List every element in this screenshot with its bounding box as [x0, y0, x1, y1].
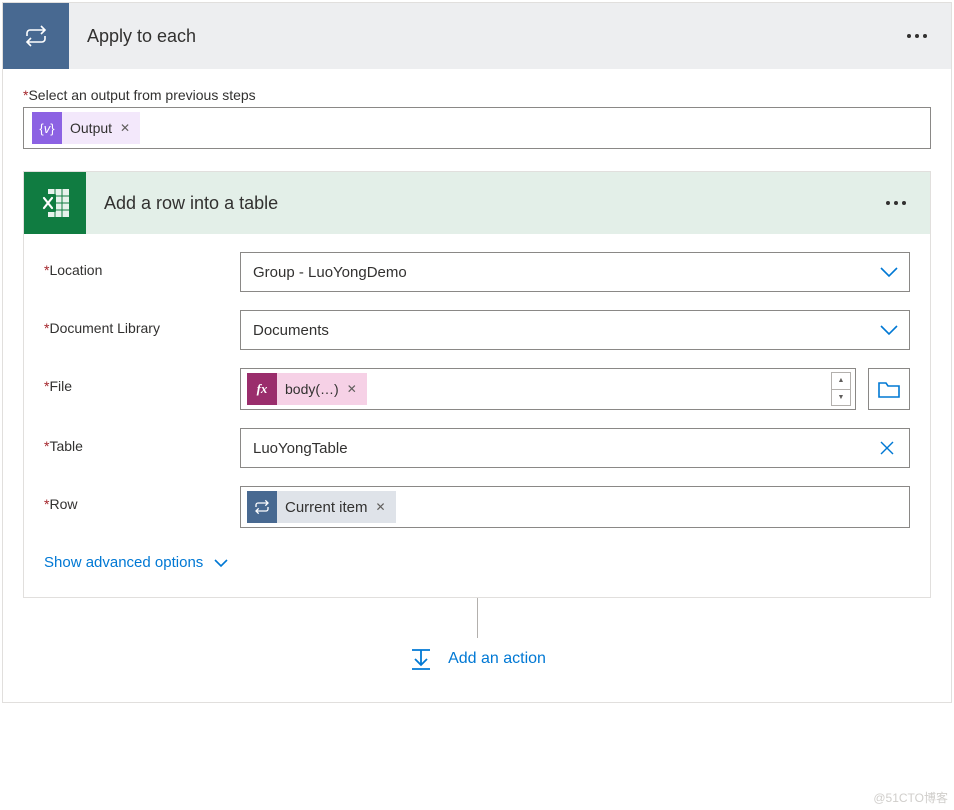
table-value: LuoYongTable: [253, 440, 873, 457]
remove-token-button[interactable]: ✕: [120, 121, 130, 135]
select-output-label: *Select an output from previous steps: [23, 87, 931, 103]
select-output-input[interactable]: {v} Output ✕: [23, 107, 931, 149]
loop-icon: [3, 3, 69, 69]
apply-to-each-more-button[interactable]: [899, 26, 935, 46]
row-label: *Row: [44, 486, 240, 512]
file-row: *File fx body(…) ✕: [44, 368, 910, 410]
apply-to-each-header[interactable]: Apply to each: [3, 3, 951, 69]
stepper-up[interactable]: ▲: [832, 373, 850, 390]
apply-to-each-card: Apply to each *Select an output from pre…: [2, 2, 952, 703]
add-action-button[interactable]: Add an action: [23, 638, 931, 702]
add-row-title: Add a row into a table: [86, 193, 878, 214]
current-item-token[interactable]: Current item ✕: [247, 491, 396, 523]
show-advanced-link[interactable]: Show advanced options: [44, 546, 229, 595]
file-label: *File: [44, 368, 240, 394]
row-token-label: Current item: [285, 499, 376, 516]
location-label: *Location: [44, 252, 240, 278]
add-row-more-button[interactable]: [878, 193, 914, 213]
output-token[interactable]: {v} Output ✕: [32, 112, 140, 144]
browse-folder-button[interactable]: [868, 368, 910, 410]
apply-to-each-title: Apply to each: [69, 26, 899, 47]
file-token-label: body(…): [285, 381, 347, 397]
chevron-down-icon: [877, 260, 901, 284]
file-stepper[interactable]: ▲ ▼: [831, 372, 851, 406]
add-action-label: Add an action: [448, 650, 546, 668]
loop-small-icon: [247, 491, 277, 523]
fx-icon: fx: [247, 373, 277, 405]
add-row-body: *Location Group - LuoYongDemo *Document …: [24, 234, 930, 597]
add-row-card: Add a row into a table *Location Group -…: [23, 171, 931, 598]
location-value: Group - LuoYongDemo: [253, 264, 877, 281]
chevron-down-icon: [877, 318, 901, 342]
doclib-row: *Document Library Documents: [44, 310, 910, 350]
connector-line: [477, 598, 478, 638]
excel-icon: [24, 172, 86, 234]
clear-table-button[interactable]: [873, 439, 901, 457]
add-action-icon: [408, 646, 434, 672]
location-row: *Location Group - LuoYongDemo: [44, 252, 910, 292]
watermark: @51CTO博客: [873, 789, 948, 806]
table-label: *Table: [44, 428, 240, 454]
doclib-select[interactable]: Documents: [240, 310, 910, 350]
chevron-down-icon: [213, 558, 229, 568]
row-input[interactable]: Current item ✕: [240, 486, 910, 528]
apply-to-each-body: *Select an output from previous steps {v…: [3, 69, 951, 702]
table-row: *Table LuoYongTable: [44, 428, 910, 468]
stepper-down[interactable]: ▼: [832, 390, 850, 406]
output-token-label: Output: [70, 120, 120, 136]
file-input[interactable]: fx body(…) ✕ ▲ ▼: [240, 368, 856, 410]
location-select[interactable]: Group - LuoYongDemo: [240, 252, 910, 292]
expression-icon: {v}: [32, 112, 62, 144]
show-advanced-label: Show advanced options: [44, 554, 203, 571]
doclib-label: *Document Library: [44, 310, 240, 336]
row-row: *Row: [44, 486, 910, 528]
remove-file-token-button[interactable]: ✕: [347, 382, 357, 396]
table-input[interactable]: LuoYongTable: [240, 428, 910, 468]
file-expression-token[interactable]: fx body(…) ✕: [247, 373, 367, 405]
remove-row-token-button[interactable]: ✕: [376, 500, 386, 514]
doclib-value: Documents: [253, 322, 877, 339]
add-row-header[interactable]: Add a row into a table: [24, 172, 930, 234]
